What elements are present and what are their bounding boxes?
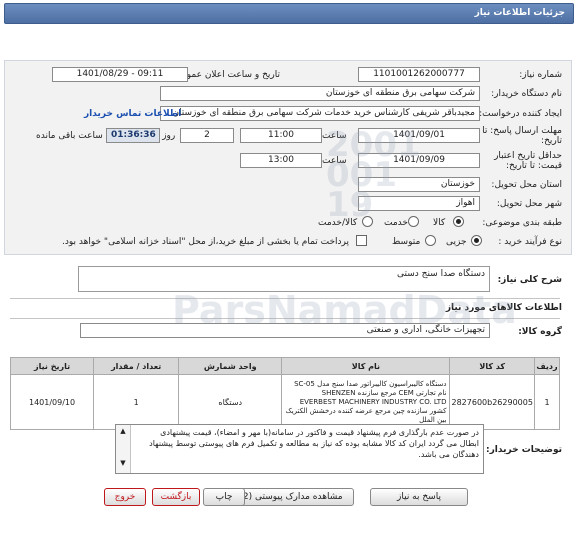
purchase-process-label: نوع فرآیند خرید : — [498, 237, 562, 247]
quantity-cell: 1 — [93, 374, 180, 430]
buyer-notes-label: توضیحات خریدار: — [486, 445, 562, 455]
process-medium-label: متوسط — [392, 237, 421, 247]
subject-category-label: طبقه بندی موضوعی: — [482, 218, 562, 228]
scroll-up-icon[interactable]: ▲ — [116, 427, 130, 435]
category-goods-radio[interactable] — [453, 216, 464, 227]
exit-button[interactable]: خروج — [104, 488, 146, 506]
deadline-time-label: ساعت — [322, 131, 347, 141]
window-title-bar: جزئیات اطلاعات نیاز — [4, 3, 574, 24]
delivery-city-field: اهواز — [358, 196, 480, 211]
treasury-payment-text: پرداخت تمام یا بخشی از مبلغ خرید،از محل … — [62, 237, 350, 247]
table-row[interactable]: 1 2827600b26290005 دستگاه کالیبراسیون کا… — [9, 374, 561, 430]
need-number-field: 1101001262000777 — [358, 67, 480, 82]
treasury-payment-checkbox[interactable] — [356, 235, 367, 246]
page-title: جزئیات اطلاعات نیاز — [474, 8, 565, 18]
column-header: واحد شمارش — [178, 357, 283, 375]
request-creator-label: ایجاد کننده درخواست: — [479, 109, 562, 119]
column-header: ردیف — [533, 357, 561, 375]
delivery-province-label: استان محل تحویل: — [491, 180, 562, 190]
process-medium-radio[interactable] — [425, 235, 436, 246]
validity-time-label: ساعت — [322, 156, 347, 166]
validity-date-field: 1401/09/09 — [358, 153, 480, 168]
announce-date-field: 1401/08/29 - 09:11 — [52, 67, 188, 82]
unit-cell: دستگاه — [178, 374, 283, 430]
process-minor-radio[interactable] — [471, 235, 482, 246]
buyer-contact-link[interactable]: اطلاعات تماس خریدار — [84, 109, 181, 119]
goods-section-title: اطلاعات کالاهای مورد نیاز — [445, 303, 562, 313]
remaining-time-field: 01:36:36 — [106, 128, 160, 143]
goods-table: ردیف کد کالا نام کالا واحد شمارش تعداد /… — [9, 357, 561, 430]
row-number-cell: 1 — [533, 374, 561, 430]
delivery-city-label: شهر محل تحویل: — [496, 199, 562, 209]
print-button[interactable]: چاپ — [203, 488, 245, 506]
notes-scrollbar[interactable]: ▲ ▼ — [116, 425, 131, 473]
scroll-down-icon[interactable]: ▼ — [116, 459, 130, 467]
buyer-name-field: شرکت سهامی برق منطقه ای خوزستان — [160, 86, 480, 101]
goods-group-label: گروه کالا: — [518, 327, 562, 337]
column-header: نام کالا — [281, 357, 451, 375]
item-code-cell: 2827600b26290005 — [449, 374, 535, 430]
request-creator-field: مجیدباقر شریفی کارشناس خرید خدمات شرکت س… — [160, 106, 480, 121]
need-summary-field: دستگاه صدا سنج دستی — [78, 266, 490, 292]
column-header: تاریخ نیاز — [9, 357, 95, 375]
table-header-row: ردیف کد کالا نام کالا واحد شمارش تعداد /… — [9, 357, 561, 375]
column-header: کد کالا — [449, 357, 535, 375]
view-attachments-button[interactable]: مشاهده مدارک پیوستی (2) — [228, 488, 354, 506]
divider — [10, 298, 560, 299]
item-name-cell: دستگاه کالیبراسیون کالیبراتور صدا سنج مد… — [281, 374, 451, 430]
price-validity-label: حداقل تاریخ اعتبار قیمت: تا تاریخ: — [494, 151, 562, 171]
category-service-label: خدمت — [384, 218, 408, 228]
buyer-notes-text: در صورت عدم بارگذاری فرم پیشنهاد قیمت و … — [149, 428, 479, 459]
process-minor-label: جزیی — [446, 237, 467, 247]
category-service-radio[interactable] — [408, 216, 419, 227]
goods-group-field: تجهیزات خانگی، اداری و صنعتی — [80, 323, 490, 338]
deadline-time-field: 11:00 — [240, 128, 322, 143]
column-header: تعداد / مقدار — [93, 357, 180, 375]
remaining-days-field: 2 — [180, 128, 234, 143]
response-deadline-label: مهلت ارسال پاسخ: تا تاریخ: — [482, 126, 562, 146]
remaining-time-label: ساعت باقی مانده — [36, 131, 103, 141]
need-summary-label: شرح کلی نیاز: — [497, 275, 562, 285]
need-date-cell: 1401/09/10 — [9, 374, 95, 430]
category-goods-label: کالا — [433, 218, 446, 228]
reply-to-need-button[interactable]: پاسخ به نیاز — [370, 488, 468, 506]
divider — [10, 318, 560, 319]
back-button[interactable]: بازگشت — [152, 488, 200, 506]
buyer-notes-box: در صورت عدم بارگذاری فرم پیشنهاد قیمت و … — [115, 424, 484, 474]
buyer-name-label: نام دستگاه خریدار: — [491, 89, 562, 99]
delivery-province-field: خوزستان — [358, 177, 480, 192]
category-goods-service-radio[interactable] — [362, 216, 373, 227]
need-number-label: شماره نیاز: — [519, 70, 562, 80]
category-goods-service-label: کالا/خدمت — [318, 218, 358, 228]
validity-time-field: 13:00 — [240, 153, 322, 168]
deadline-date-field: 1401/09/01 — [358, 128, 480, 143]
